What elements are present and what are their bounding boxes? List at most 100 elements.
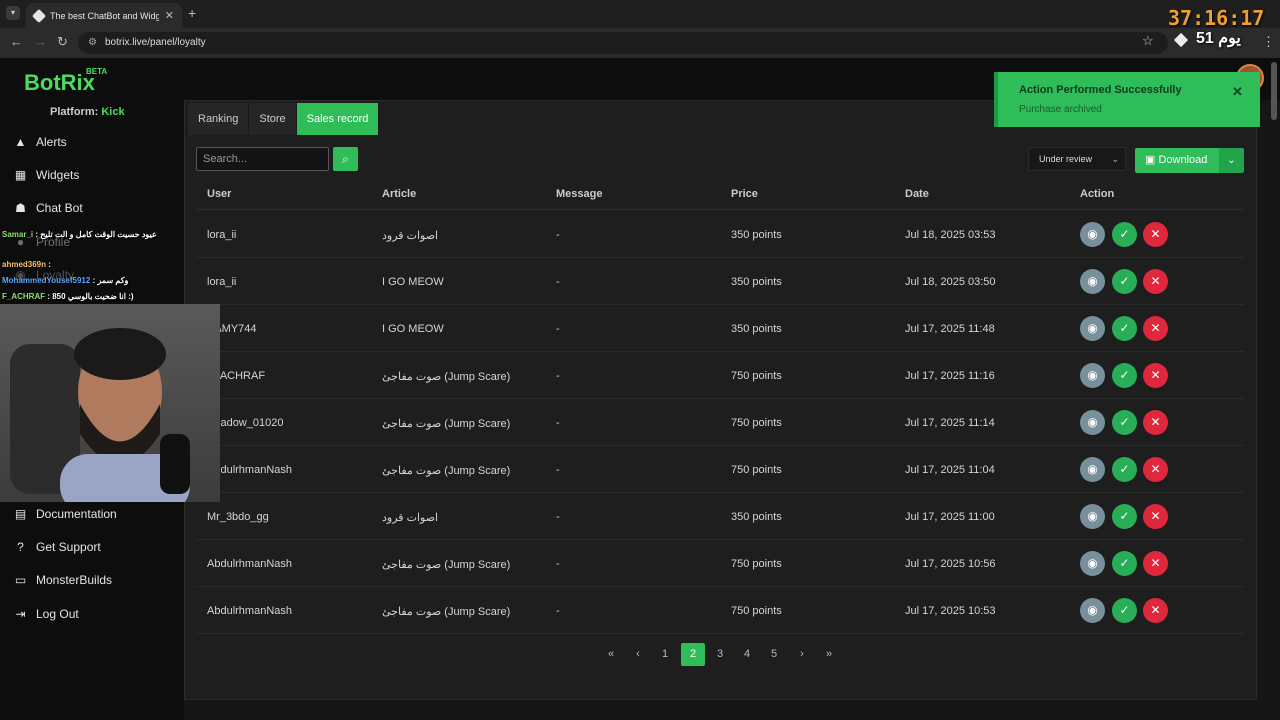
table-row: Mr_3bdo_gg اصوات قرود - 350 points Jul 1… bbox=[196, 493, 1244, 540]
prev-page-button[interactable]: ‹ bbox=[626, 643, 650, 666]
success-toast bbox=[994, 72, 1260, 127]
sidebar-item-widgets[interactable]: ▦ Widgets bbox=[14, 165, 80, 185]
approve-button[interactable]: ✓ bbox=[1112, 551, 1137, 576]
approve-button[interactable]: ✓ bbox=[1112, 410, 1137, 435]
reject-button[interactable]: ✕ bbox=[1143, 551, 1168, 576]
toast-close-icon[interactable]: ✕ bbox=[1232, 84, 1243, 100]
new-tab-icon[interactable]: + bbox=[188, 5, 196, 21]
close-tab-icon[interactable]: ✕ bbox=[165, 9, 174, 22]
cell-message: - bbox=[556, 323, 560, 335]
page-5-button[interactable]: 5 bbox=[762, 643, 786, 666]
page-2-button[interactable]: 2 bbox=[681, 643, 705, 666]
chat-line: MohammedYousef5912 : وكم سمر bbox=[2, 276, 129, 285]
toast-message: Purchase archived bbox=[1019, 104, 1102, 115]
table-row: AbdulrhmanNash صوت مفاجئ (Jump Scare) - … bbox=[196, 446, 1244, 493]
chat-line: F_ACHRAF : انا ضحيت بالوسي 850 :) bbox=[2, 292, 134, 301]
cell-article: صوت مفاجئ (Jump Scare) bbox=[382, 371, 511, 383]
site-info-icon[interactable]: ⚙ bbox=[88, 32, 97, 54]
beta-badge: BETA bbox=[86, 67, 108, 76]
reject-button[interactable]: ✕ bbox=[1143, 316, 1168, 341]
page-1-button[interactable]: 1 bbox=[653, 643, 677, 666]
sidebar-item-chat-bot[interactable]: ☗ Chat Bot bbox=[14, 198, 83, 218]
first-page-button[interactable]: « bbox=[599, 643, 623, 666]
chevron-down-icon: ⌄ bbox=[1227, 155, 1236, 166]
cell-date: Jul 17, 2025 11:48 bbox=[905, 323, 995, 335]
tab-search-button[interactable]: ▾ bbox=[6, 6, 20, 20]
sidebar-item-alerts[interactable]: ▲ Alerts bbox=[14, 132, 67, 152]
table-row: SAMY744 I GO MEOW - 350 points Jul 17, 2… bbox=[196, 305, 1244, 352]
cell-user: lora_ii bbox=[207, 276, 237, 288]
search-icon: ⌕ bbox=[342, 152, 349, 166]
approve-button[interactable]: ✓ bbox=[1112, 504, 1137, 529]
url-field[interactable]: ⚙ botrix.live/panel/loyalty bbox=[78, 32, 1168, 54]
approve-button[interactable]: ✓ bbox=[1112, 457, 1137, 482]
column-date: Date bbox=[905, 188, 929, 200]
logout-icon: ⇥ bbox=[15, 607, 26, 621]
browser-tab[interactable]: The best ChatBot and Widgets ✕ bbox=[26, 3, 182, 28]
tab-sales-record[interactable]: Sales record bbox=[296, 103, 380, 135]
approve-button[interactable]: ✓ bbox=[1112, 598, 1137, 623]
download-button[interactable]: ▣ Download bbox=[1135, 148, 1219, 173]
view-button[interactable]: ◉ bbox=[1080, 363, 1105, 388]
last-page-button[interactable]: » bbox=[817, 643, 841, 666]
reject-button[interactable]: ✕ bbox=[1143, 363, 1168, 388]
view-button[interactable]: ◉ bbox=[1080, 316, 1105, 341]
browser-tab-title: The best ChatBot and Widgets bbox=[50, 10, 159, 21]
view-button[interactable]: ◉ bbox=[1080, 410, 1105, 435]
webcam-overlay bbox=[0, 304, 220, 502]
sidebar-item-documentation[interactable]: ▤ Documentation bbox=[14, 504, 117, 524]
reject-button[interactable]: ✕ bbox=[1143, 222, 1168, 247]
download-options-button[interactable]: ⌄ bbox=[1219, 148, 1244, 173]
view-button[interactable]: ◉ bbox=[1080, 222, 1105, 247]
reject-button[interactable]: ✕ bbox=[1143, 504, 1168, 529]
cell-article: صوت مفاجئ (Jump Scare) bbox=[382, 606, 511, 618]
platform-label: Platform: Kick bbox=[50, 106, 125, 118]
forward-icon[interactable]: → bbox=[34, 34, 47, 49]
reject-button[interactable]: ✕ bbox=[1143, 269, 1168, 294]
page-3-button[interactable]: 3 bbox=[708, 643, 732, 666]
view-button[interactable]: ◉ bbox=[1080, 551, 1105, 576]
cell-price: 750 points bbox=[731, 464, 782, 476]
status-filter-select[interactable]: Under review ⌄ bbox=[1028, 147, 1126, 171]
table-row: AbdulrhmanNash صوت مفاجئ (Jump Scare) - … bbox=[196, 587, 1244, 634]
logo[interactable]: BotRix bbox=[24, 70, 95, 96]
bookmark-star-icon[interactable]: ☆ bbox=[1142, 33, 1154, 49]
table-row: lora_ii اصوات قرود - 350 points Jul 18, … bbox=[196, 211, 1244, 258]
cell-price: 750 points bbox=[731, 417, 782, 429]
next-page-button[interactable]: › bbox=[790, 643, 814, 666]
book-icon: ▤ bbox=[14, 507, 27, 521]
tab-ranking[interactable]: Ranking bbox=[188, 103, 250, 135]
scrollbar[interactable] bbox=[1271, 62, 1277, 120]
table-row: F_ACHRAF صوت مفاجئ (Jump Scare) - 750 po… bbox=[196, 352, 1244, 399]
cell-message: - bbox=[556, 276, 560, 288]
view-button[interactable]: ◉ bbox=[1080, 457, 1105, 482]
view-button[interactable]: ◉ bbox=[1080, 598, 1105, 623]
search-button[interactable]: ⌕ bbox=[333, 147, 358, 171]
approve-button[interactable]: ✓ bbox=[1112, 316, 1137, 341]
search-input[interactable] bbox=[196, 147, 329, 171]
sidebar-item-monsterbuilds[interactable]: ▭ MonsterBuilds bbox=[14, 570, 112, 590]
view-button[interactable]: ◉ bbox=[1080, 269, 1105, 294]
sidebar-item-log-out[interactable]: ⇥ Log Out bbox=[14, 604, 78, 624]
approve-button[interactable]: ✓ bbox=[1112, 363, 1137, 388]
cell-date: Jul 17, 2025 10:53 bbox=[905, 605, 996, 617]
reload-icon[interactable]: ↻ bbox=[57, 34, 68, 50]
reject-button[interactable]: ✕ bbox=[1143, 457, 1168, 482]
table-row: AbdulrhmanNash صوت مفاجئ (Jump Scare) - … bbox=[196, 540, 1244, 587]
cell-date: Jul 17, 2025 11:16 bbox=[905, 370, 995, 382]
tab-store[interactable]: Store bbox=[249, 103, 297, 135]
page-4-button[interactable]: 4 bbox=[735, 643, 759, 666]
cell-user: AbdulrhmanNash bbox=[207, 558, 292, 570]
approve-button[interactable]: ✓ bbox=[1112, 269, 1137, 294]
approve-button[interactable]: ✓ bbox=[1112, 222, 1137, 247]
sidebar-item-get-support[interactable]: ? Get Support bbox=[14, 537, 101, 557]
back-icon[interactable]: ← bbox=[10, 34, 23, 49]
cell-message: - bbox=[556, 558, 560, 570]
browser-menu-icon[interactable]: ⋮ bbox=[1262, 34, 1275, 50]
reject-button[interactable]: ✕ bbox=[1143, 410, 1168, 435]
day-counter-badge: يوم 51 bbox=[1196, 30, 1241, 47]
cell-price: 350 points bbox=[731, 276, 782, 288]
cell-date: Jul 18, 2025 03:50 bbox=[905, 276, 996, 288]
reject-button[interactable]: ✕ bbox=[1143, 598, 1168, 623]
view-button[interactable]: ◉ bbox=[1080, 504, 1105, 529]
